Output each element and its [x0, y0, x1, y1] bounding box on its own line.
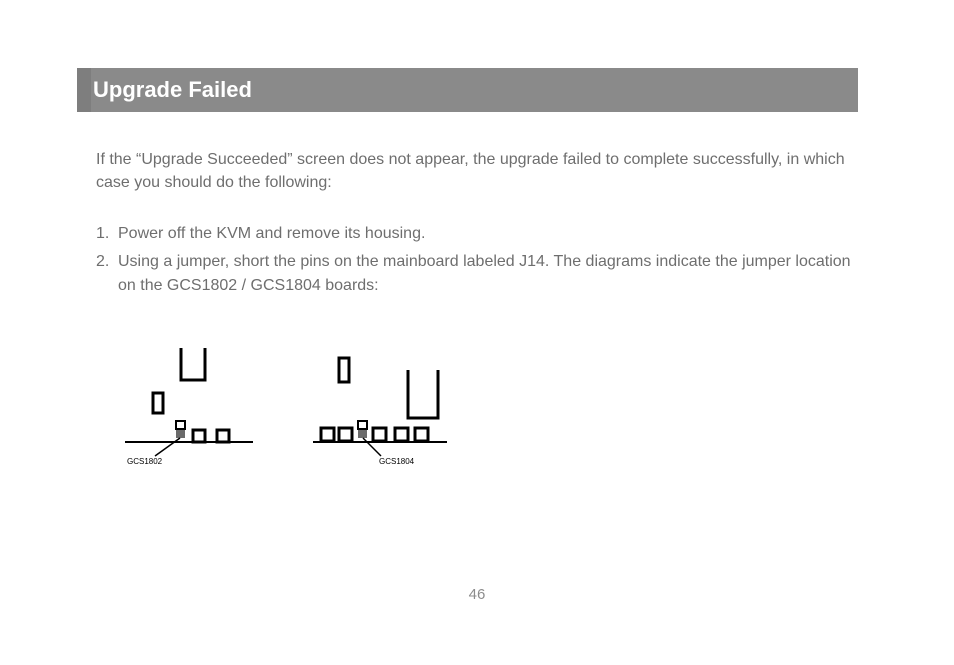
intro-paragraph: If the “Upgrade Succeeded” screen does n… [96, 148, 857, 194]
step-number: 1. [96, 222, 118, 246]
step-text: Power off the KVM and remove its housing… [118, 222, 857, 246]
list-item: 1. Power off the KVM and remove its hous… [96, 222, 857, 246]
manual-page: Upgrade Failed If the “Upgrade Succeeded… [0, 0, 954, 665]
section-title-bar: Upgrade Failed [77, 68, 858, 112]
step-text: Using a jumper, short the pins on the ma… [118, 250, 857, 298]
diagram-label-right: GCS1804 [379, 457, 415, 466]
page-number: 46 [0, 586, 954, 603]
diagram-label-left: GCS1802 [127, 457, 163, 466]
step-number: 2. [96, 250, 118, 298]
section-title: Upgrade Failed [93, 77, 252, 103]
board-diagram: GCS1802 GCS1804 [115, 338, 455, 478]
list-item: 2. Using a jumper, short the pins on the… [96, 250, 857, 298]
steps-list: 1. Power off the KVM and remove its hous… [96, 222, 857, 302]
title-accent [77, 68, 91, 112]
